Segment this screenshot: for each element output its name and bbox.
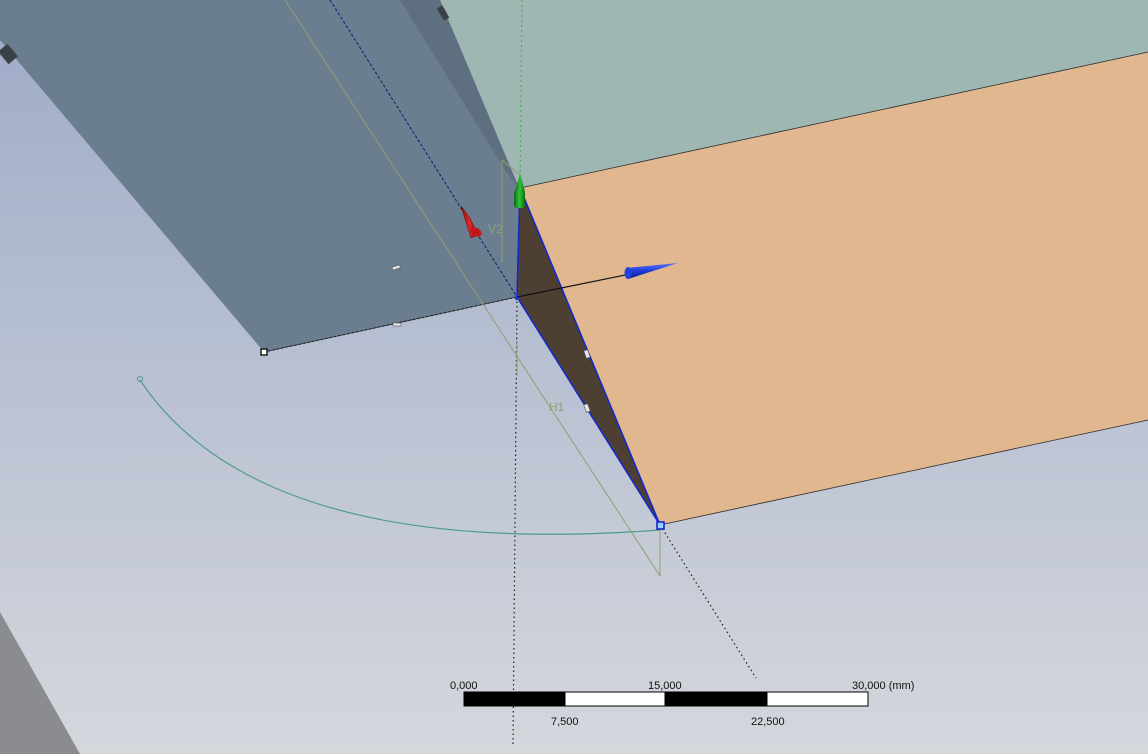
dimension-v-label[interactable]: V2 <box>488 222 503 236</box>
scale-label-22500: 22,500 <box>751 716 785 728</box>
scale-label-15000: 15,000 <box>648 680 682 692</box>
scale-label-7500: 7,500 <box>551 716 579 728</box>
scale-segment-4 <box>766 691 869 707</box>
graphics-viewport[interactable]: H1 V2 0,000 15,000 30,000 (mm) 7,500 22,… <box>0 0 1148 754</box>
vertex-marker-bottom[interactable] <box>656 521 665 530</box>
vertex-marker-left[interactable] <box>260 348 268 356</box>
scale-segment-1 <box>464 692 565 706</box>
scale-segment-3 <box>665 692 767 706</box>
scale-label-0: 0,000 <box>450 680 478 692</box>
scale-segment-2 <box>564 691 666 707</box>
scale-label-30000: 30,000 (mm) <box>852 680 914 692</box>
dimension-h1-label[interactable]: H1 <box>549 400 565 414</box>
